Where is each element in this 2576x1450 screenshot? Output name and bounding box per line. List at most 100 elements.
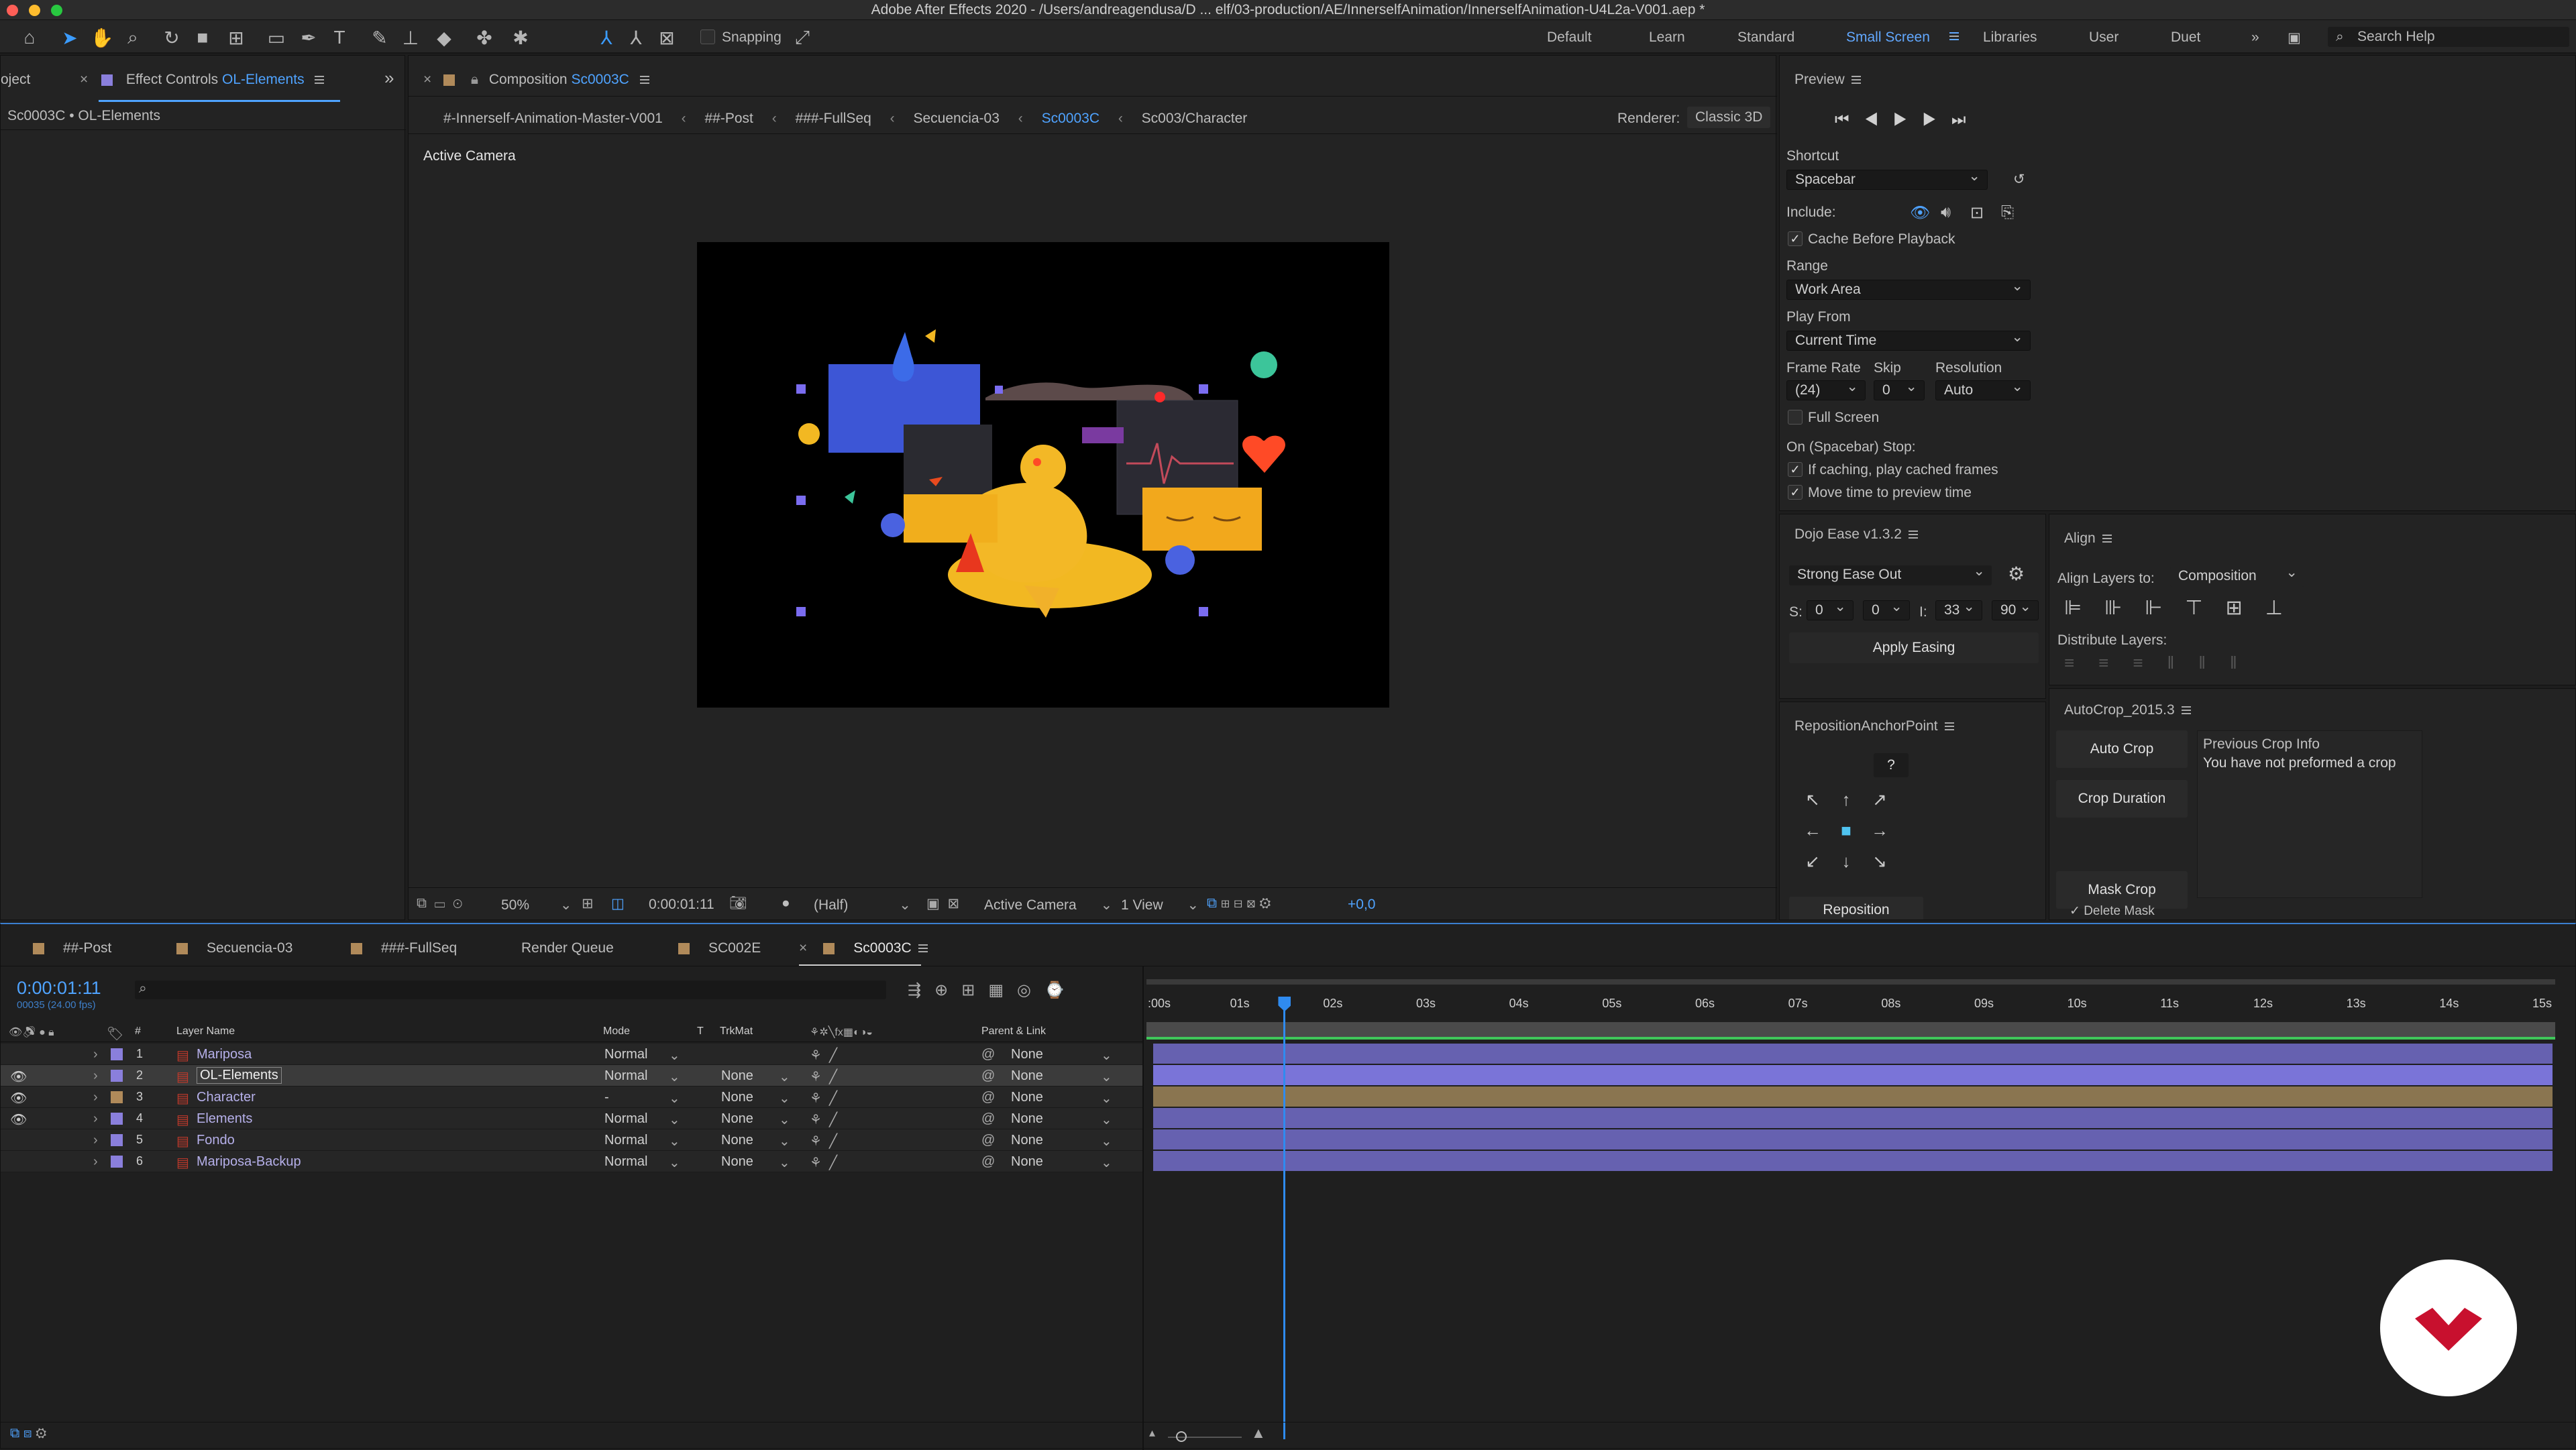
layer-parent[interactable]: None: [1011, 1047, 1043, 1062]
layer-mode[interactable]: Normal: [604, 1111, 647, 1127]
align-right-icon[interactable]: ⊩: [2145, 597, 2185, 619]
layer-row[interactable]: 👁︎ › 2 ▤ OL-Elements Normal ⌄ None ⌄ ⚘ ╱ @ None ⌄: [1, 1065, 1142, 1086]
workspace-small-screen[interactable]: Small Screen: [1846, 30, 1930, 46]
viewer-options-icons[interactable]: ⧉ ▭ ⊙: [417, 895, 462, 911]
composition-tab[interactable]: 🔒︎ Composition Sc0003C: [443, 72, 649, 88]
delete-mask-checkbox[interactable]: ✓ Delete Mask: [2070, 903, 2155, 919]
rotate-tool-icon[interactable]: ↻: [161, 27, 182, 48]
layer-label-color[interactable]: [111, 1091, 123, 1103]
clone-stamp-tool-icon[interactable]: ⊥: [400, 27, 421, 48]
expand-panels-icon[interactable]: »: [384, 68, 394, 89]
expand-chevron-icon[interactable]: ›: [93, 1068, 98, 1084]
align-top-icon[interactable]: ⊤: [2185, 597, 2225, 619]
puppet-tool-icon[interactable]: ✱: [510, 27, 531, 48]
panel-menu-icon[interactable]: [315, 76, 325, 85]
anchor-top-right-icon[interactable]: ↗: [1863, 789, 1896, 820]
reposition-menu-icon[interactable]: [1944, 722, 1954, 731]
align-vcenter-icon[interactable]: ⊞: [2226, 597, 2265, 619]
s2-input[interactable]: 0: [1863, 598, 1910, 620]
layer-name[interactable]: Mariposa: [197, 1047, 252, 1062]
layer-mode[interactable]: Normal: [604, 1133, 647, 1148]
breadcrumb-item[interactable]: ##-Post: [705, 111, 753, 126]
snapshot-camera-icon[interactable]: 📷︎: [729, 895, 747, 911]
timeline-switches-icons[interactable]: ⇶⊕⊞▦◎⌚: [908, 981, 1078, 1000]
world-axis-icon[interactable]: ⅄: [625, 27, 647, 48]
breadcrumb-item[interactable]: ###-FullSeq: [796, 111, 871, 126]
align-hcenter-icon[interactable]: ⊪: [2104, 597, 2145, 619]
layer-duration-bar[interactable]: [1153, 1086, 2553, 1107]
layer-switch-icons[interactable]: ⚘ ╱: [810, 1047, 837, 1064]
color-channels-icon[interactable]: ●: [782, 895, 790, 911]
layer-trkmat[interactable]: None: [721, 1154, 753, 1170]
anchor-left-icon[interactable]: ←: [1796, 820, 1829, 851]
anchor-bottom-icon[interactable]: ↓: [1829, 851, 1863, 882]
workspace-standard[interactable]: Standard: [1737, 30, 1794, 46]
preview-menu-icon[interactable]: [1851, 76, 1861, 85]
brush-tool-icon[interactable]: ✎: [369, 27, 390, 48]
layer-trkmat[interactable]: None: [721, 1111, 753, 1127]
layer-row[interactable]: › 6 ▤ Mariposa-Backup Normal ⌄ None ⌄ ⚘ ╱ @ None ⌄: [1, 1151, 1142, 1172]
resolution-dropdown[interactable]: (Half) ⌄: [814, 897, 911, 913]
camera-tool-icon[interactable]: ■: [192, 27, 213, 48]
layer-duration-bar[interactable]: [1153, 1044, 2553, 1064]
layer-switch-icons[interactable]: ⚘ ╱: [810, 1154, 837, 1171]
composition-viewer[interactable]: [697, 242, 1389, 708]
dojo-menu-icon[interactable]: [1908, 531, 1918, 539]
skip-dropdown[interactable]: 0: [1874, 378, 1925, 400]
reset-icon[interactable]: ↺: [2013, 171, 2025, 188]
first-frame-icon[interactable]: ⏮: [1835, 111, 1864, 129]
expand-chevron-icon[interactable]: ›: [93, 1090, 98, 1105]
snapping-options-icon[interactable]: ⤢: [792, 27, 813, 48]
layer-name[interactable]: Fondo: [197, 1133, 235, 1148]
distribute-right-icon[interactable]: ‖: [2230, 653, 2261, 673]
pickwhip-icon[interactable]: @: [981, 1068, 995, 1084]
layer-name[interactable]: Mariposa-Backup: [197, 1154, 301, 1170]
layer-row[interactable]: 👁︎ › 3 ▤ Character - ⌄ None ⌄ ⚘ ╱ @ None ⌄: [1, 1086, 1142, 1108]
cache-before-playback-checkbox[interactable]: ✓: [1788, 231, 1803, 246]
crop-duration-button[interactable]: Crop Duration: [2056, 780, 2188, 818]
play-from-dropdown[interactable]: Current Time: [1786, 328, 2031, 351]
work-area-bar[interactable]: [1146, 979, 2555, 985]
autocrop-menu-icon[interactable]: [2181, 706, 2191, 715]
frame-rate-dropdown[interactable]: (24): [1786, 378, 1866, 400]
layer-row[interactable]: 👁︎ › 4 ▤ Elements Normal ⌄ None ⌄ ⚘ ╱ @ None ⌄: [1, 1108, 1142, 1129]
breadcrumb-item[interactable]: Sc003/Character: [1142, 111, 1248, 126]
zoom-in-icon[interactable]: ▲: [1251, 1425, 1266, 1442]
i1-input[interactable]: 33: [1935, 598, 1982, 620]
expand-chevron-icon[interactable]: ›: [93, 1111, 98, 1127]
s1-input[interactable]: 0: [1807, 598, 1854, 620]
dojo-settings-gear-icon[interactable]: ⚙: [2008, 563, 2025, 585]
eraser-tool-icon[interactable]: ◆: [433, 27, 455, 48]
type-tool-icon[interactable]: T: [329, 27, 350, 48]
views-dropdown[interactable]: 1 View ⌄: [1121, 897, 1199, 913]
dojo-ease-tab[interactable]: Dojo Ease v1.3.2: [1794, 526, 1918, 543]
layer-duration-bar[interactable]: [1153, 1129, 2553, 1150]
full-screen-checkbox[interactable]: [1788, 410, 1803, 425]
expand-chevron-icon[interactable]: ›: [93, 1047, 98, 1062]
project-tab[interactable]: oject: [1, 72, 30, 88]
resolution-dropdown[interactable]: Auto: [1935, 378, 2031, 400]
view-axis-icon[interactable]: ⊠: [656, 27, 678, 48]
include-external-icon[interactable]: ⎘: [2001, 203, 2014, 222]
layer-row[interactable]: › 5 ▤ Fondo Normal ⌄ None ⌄ ⚘ ╱ @ None ⌄: [1, 1129, 1142, 1151]
pickwhip-icon[interactable]: @: [981, 1047, 995, 1062]
ease-preset-dropdown[interactable]: Strong Ease Out: [1789, 562, 1992, 585]
time-ruler[interactable]: :00s 01s 02s 03s 04s 05s 06s 07s 08s 09s 10s 11s 12s…: [1148, 997, 2554, 1017]
visibility-eye-icon[interactable]: 👁︎: [10, 1068, 27, 1085]
reposition-button[interactable]: Reposition: [1789, 897, 1923, 919]
i2-input[interactable]: 90: [1992, 598, 2039, 620]
distribute-bottom-icon[interactable]: ≡: [2133, 653, 2167, 673]
hand-tool-icon[interactable]: ✋: [91, 27, 114, 48]
transparency-grid-icon[interactable]: ▣ ⊠: [926, 895, 959, 912]
layer-parent[interactable]: None: [1011, 1090, 1043, 1105]
home-icon[interactable]: ⌂: [19, 27, 40, 48]
pickwhip-icon[interactable]: @: [981, 1111, 995, 1127]
zoom-dropdown[interactable]: 50% ⌄: [501, 897, 572, 913]
distribute-top-icon[interactable]: ≡: [2064, 653, 2098, 673]
zoom-slider-handle[interactable]: [1176, 1431, 1187, 1442]
layer-mode[interactable]: -: [604, 1090, 609, 1105]
include-video-icon[interactable]: 👁︎: [1910, 203, 1930, 223]
breadcrumb-item-active[interactable]: Sc0003C: [1042, 111, 1099, 126]
move-time-checkbox[interactable]: ✓: [1788, 485, 1803, 500]
close-tab-icon[interactable]: ×: [80, 72, 88, 88]
